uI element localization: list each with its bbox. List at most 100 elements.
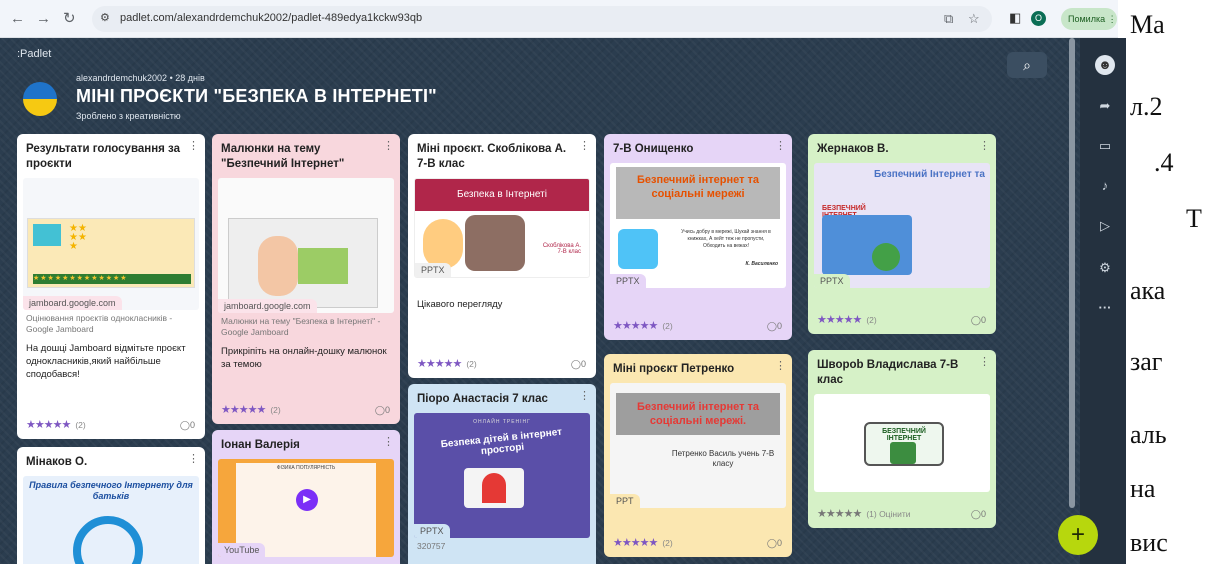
rating-count: (2) [75, 420, 86, 430]
post-card[interactable]: Результати голосування за проєкти ⋮ ★★ ★★… [17, 134, 205, 439]
post-card[interactable]: Іонан Валерія ⋮ ФІЗИКА ПОПУЛЯРНІСТЬ ▶ Yo… [212, 430, 400, 564]
post-card[interactable]: Міні проєкт Петренко ⋮ Безпечний інтерне… [604, 354, 792, 557]
site-settings-icon[interactable]: ⚙ [100, 11, 110, 24]
more-icon[interactable]: ··· [1095, 298, 1115, 318]
doc-line: на [1130, 474, 1156, 503]
jamboard-preview[interactable]: jamboard.google.com [218, 178, 394, 313]
star-rating[interactable]: ★★★★★ (2) [26, 418, 86, 431]
search-button[interactable]: ⌕ [1007, 52, 1047, 78]
file-type: PPTX [415, 263, 451, 277]
play-icon[interactable]: ▶ [296, 489, 318, 511]
comment-number: 0 [580, 359, 586, 369]
post-card[interactable]: 7-В Онищенко ⋮ Безпечний інтернет та соц… [604, 134, 792, 340]
comment-count[interactable]: ◯0 [767, 321, 782, 332]
more-options-icon[interactable]: ⋮ [979, 139, 990, 152]
file-meta: 320757 [417, 541, 446, 551]
remake-icon[interactable]: ▭ [1095, 136, 1115, 156]
more-options-icon[interactable]: ⋮ [979, 355, 990, 368]
cast-icon[interactable]: ⧉ [944, 11, 953, 27]
stars: ★★★★★ [26, 419, 71, 431]
post-card[interactable]: Малюнки на тему "Безпечний Інтернет" ⋮ j… [212, 134, 400, 424]
file-type: PPT [610, 494, 640, 508]
board-scrollbar[interactable] [1069, 38, 1075, 508]
star-rating[interactable]: ★★★★★ (2) [613, 536, 673, 549]
slide-preview[interactable]: Безпечний Інтернет та соціальні мережі Б… [814, 163, 990, 288]
more-options-icon[interactable]: ⋮ [579, 139, 590, 152]
post-card[interactable]: Шворob Владислава 7-В клас ⋮ БЕЗПЕЧНИЙ І… [808, 350, 996, 528]
comment-count[interactable]: ◯0 [571, 359, 586, 370]
post-title: 7-В Онищенко [613, 143, 694, 155]
doc-line: .4 [1154, 148, 1174, 177]
more-options-icon[interactable]: ⋮ [383, 139, 394, 152]
star-rating[interactable]: ★★★★★ (2) [417, 357, 477, 370]
slide-title: БЕЗПЕЧНИЙ ІНТЕРНЕТ [882, 428, 926, 442]
slide-title: Безпека в Інтернеті [415, 179, 589, 211]
rating-count: (2) [662, 538, 673, 548]
browser-toolbar: ← → ↻ ⚙ padlet.com/alexandrdemchuk2002/p… [0, 0, 1118, 38]
link-domain: jamboard.google.com [23, 296, 122, 310]
back-icon[interactable]: ← [10, 10, 25, 28]
settings-icon[interactable]: ⚙ [1095, 258, 1115, 278]
user-avatar[interactable]: ☻ [1095, 55, 1115, 75]
more-options-icon[interactable]: ⋮ [383, 435, 394, 448]
post-title: Мінаков О. [26, 456, 88, 468]
right-toolbar: ☻ ➦ ▭ ♪ ▷ ⚙ ··· [1080, 38, 1130, 564]
post-title: Міні проєкт. Скоблікова А. 7-В клас [417, 143, 567, 170]
post-card[interactable]: Піоро Анастасія 7 клас ⋮ ОНЛАЙН ТРЕНІНГ … [408, 384, 596, 564]
slide-preview[interactable]: Безпечний інтернет та соціальні мережі. … [610, 383, 786, 508]
doc-line: л.2 [1130, 92, 1163, 121]
star-rating[interactable]: ★★★★★ (2) [221, 403, 281, 416]
post-card[interactable]: Міні проєкт. Скоблікова А. 7-В клас ⋮ Бе… [408, 134, 596, 378]
address-bar[interactable]: ⚙ padlet.com/alexandrdemchuk2002/padlet-… [92, 6, 992, 32]
comment-number: 0 [980, 509, 986, 519]
comment-count[interactable]: ◯0 [375, 405, 390, 416]
error-button[interactable]: Помилка ⋮ [1061, 8, 1117, 30]
slide-preview[interactable]: Безпечний інтернет та соціальні мережі У… [610, 163, 786, 288]
video-preview[interactable]: ФІЗИКА ПОПУЛЯРНІСТЬ ▶ YouTube [218, 459, 394, 557]
slideshow-icon[interactable]: ▷ [1095, 216, 1115, 236]
jamboard-preview[interactable]: ★★ ★★ ★ ★★★★★★★★★★★★★ jamboard.google.com [23, 178, 199, 310]
add-post-button[interactable]: + [1058, 515, 1098, 555]
stars: ★★★★★ [613, 320, 658, 332]
doc-line: ака [1130, 276, 1166, 305]
slide-preview[interactable]: ОНЛАЙН ТРЕНІНГ Безпека дітей в інтернет … [414, 413, 590, 538]
bell-icon[interactable]: ♪ [1095, 176, 1115, 196]
star-rating[interactable]: ★★★★★ (2) [613, 319, 673, 332]
doc-line: аль [1130, 420, 1167, 449]
slide-preview[interactable]: Правила безпечного Інтернету для батьків [23, 476, 199, 564]
doc-line: вис [1130, 528, 1168, 557]
star-rating[interactable]: ★★★★★ (2) [817, 313, 877, 326]
link-domain: jamboard.google.com [218, 299, 317, 313]
slide-title: Безпека дітей в інтернет просторі [440, 426, 563, 458]
link-title: Малюнки на тему "Безпека в Інтернеті" - … [221, 316, 381, 337]
document-text: Ма л.2 .4 Т ака заг аль на вис [1126, 0, 1208, 564]
more-options-icon[interactable]: ⋮ [188, 139, 199, 152]
doc-line: Т [1186, 204, 1202, 233]
comment-count[interactable]: ◯0 [971, 315, 986, 326]
more-options-icon[interactable]: ⋮ [579, 389, 590, 402]
slide-preview[interactable]: БЕЗПЕЧНИЙ ІНТЕРНЕТ [814, 394, 990, 492]
forward-icon[interactable]: → [36, 10, 51, 28]
stars: ★★★★★ [613, 537, 658, 549]
star-rating[interactable]: ★★★★★ (1) Оцінити [817, 507, 911, 520]
slide-title: Безпечний інтернет та соціальні мережі [616, 167, 780, 219]
post-text: Прикріпіть на онлайн-дошку малюнок за те… [221, 346, 387, 370]
sidepanel-icon[interactable]: ◧ [1009, 10, 1021, 26]
more-options-icon[interactable]: ⋮ [775, 359, 786, 372]
comment-count[interactable]: ◯0 [767, 538, 782, 549]
post-title: Малюнки на тему "Безпечний Інтернет" [221, 143, 345, 170]
comment-count[interactable]: ◯0 [971, 509, 986, 520]
post-card[interactable]: Жернаков В. ⋮ Безпечний Інтернет та соці… [808, 134, 996, 334]
comment-count[interactable]: ◯0 [180, 420, 195, 431]
doc-line: заг [1130, 347, 1163, 376]
more-options-icon[interactable]: ⋮ [775, 139, 786, 152]
comment-number: 0 [980, 315, 986, 325]
more-options-icon[interactable]: ⋮ [188, 452, 199, 465]
bookmark-star-icon[interactable]: ☆ [968, 11, 980, 27]
post-card[interactable]: Мінаков О. ⋮ Правила безпечного Інтернет… [17, 447, 205, 564]
share-icon[interactable]: ➦ [1095, 96, 1115, 116]
reload-icon[interactable]: ↻ [63, 10, 76, 28]
padlet-logo[interactable]: :Padlet [17, 48, 51, 60]
slide-preview[interactable]: Безпека в Інтернеті Скоблікова А. 7-В кл… [414, 178, 590, 278]
profile-avatar[interactable]: O [1031, 11, 1046, 26]
